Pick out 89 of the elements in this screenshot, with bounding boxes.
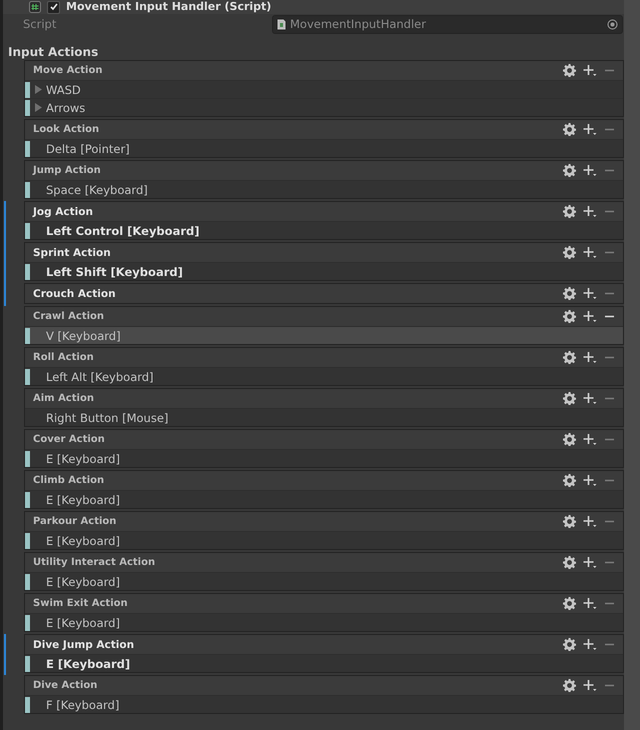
settings-icon[interactable]	[563, 433, 576, 446]
action-name: Dive Jump Action	[33, 638, 136, 650]
settings-icon[interactable]	[563, 310, 576, 323]
binding-row[interactable]: E [Keyboard]	[25, 613, 623, 631]
binding-text: E [Keyboard]	[46, 656, 130, 670]
binding-row[interactable]: WASD	[25, 80, 623, 98]
add-dropdown-icon[interactable]	[583, 351, 597, 364]
settings-icon[interactable]	[563, 123, 576, 136]
binding-text: Left Shift [Keyboard]	[46, 264, 183, 278]
action-name: Jog Action	[33, 206, 94, 218]
add-dropdown-icon[interactable]	[583, 205, 597, 218]
binding-row[interactable]: Left Control [Keyboard]	[25, 221, 623, 239]
binding-text: F [Keyboard]	[46, 698, 120, 712]
binding-text: WASD	[46, 82, 81, 96]
action-name: Parkour Action	[33, 516, 118, 527]
add-dropdown-icon[interactable]	[583, 310, 597, 323]
settings-icon[interactable]	[563, 164, 576, 177]
binding-row[interactable]: E [Keyboard]	[25, 531, 623, 549]
settings-icon[interactable]	[563, 474, 576, 487]
component-title: Movement Input Handler (Script)	[66, 0, 272, 14]
settings-icon[interactable]	[563, 515, 576, 528]
add-dropdown-icon[interactable]	[583, 638, 597, 651]
binding-row[interactable]: E [Keyboard]	[25, 449, 623, 467]
action-name: Look Action	[33, 124, 100, 135]
settings-icon[interactable]	[563, 638, 576, 651]
action-name: Utility Interact Action	[33, 557, 156, 568]
add-dropdown-icon[interactable]	[583, 246, 597, 259]
binding-row[interactable]: Left Alt [Keyboard]	[25, 367, 623, 385]
checkmark-icon	[48, 2, 58, 12]
add-dropdown-icon[interactable]	[583, 515, 597, 528]
action-name: Dive Action	[33, 680, 98, 691]
action-name: Swim Exit Action	[33, 598, 129, 609]
add-dropdown-icon[interactable]	[583, 679, 597, 692]
binding-text: Arrows	[46, 100, 86, 114]
binding-text: E [Keyboard]	[46, 534, 120, 548]
action-name: Jump Action	[33, 165, 102, 176]
settings-icon[interactable]	[563, 597, 576, 610]
add-dropdown-icon[interactable]	[583, 556, 597, 569]
add-dropdown-icon[interactable]	[583, 123, 597, 136]
settings-icon[interactable]	[563, 392, 576, 405]
binding-text: Delta [Pointer]	[46, 142, 130, 156]
add-dropdown-icon[interactable]	[583, 433, 597, 446]
binding-text: E [Keyboard]	[46, 616, 120, 630]
binding-text: V [Keyboard]	[46, 328, 121, 342]
add-dropdown-icon[interactable]	[583, 392, 597, 405]
action-name: Cover Action	[33, 434, 106, 445]
binding-row[interactable]: Delta [Pointer]	[25, 139, 623, 157]
binding-row[interactable]: E [Keyboard]	[25, 572, 623, 590]
field-label: Script	[23, 17, 58, 31]
binding-row[interactable]: Right Button [Mouse]	[25, 408, 623, 426]
enabled-checkbox[interactable]	[47, 0, 60, 14]
file-icon	[277, 18, 286, 30]
binding-text: E [Keyboard]	[46, 452, 120, 466]
action-name: Move Action	[33, 65, 104, 76]
binding-text: Right Button [Mouse]	[46, 410, 168, 424]
action-name: Sprint Action	[33, 246, 112, 258]
add-dropdown-icon[interactable]	[583, 474, 597, 487]
action-name: Climb Action	[33, 475, 106, 486]
binding-text: Left Control [Keyboard]	[46, 224, 200, 238]
binding-row[interactable]: E [Keyboard]	[25, 490, 623, 508]
settings-icon[interactable]	[563, 205, 576, 218]
action-name: Crawl Action	[33, 311, 106, 322]
settings-icon[interactable]	[563, 287, 576, 300]
section-title: Input Actions	[8, 45, 100, 59]
binding-text: E [Keyboard]	[46, 492, 120, 506]
binding-row[interactable]: Arrows	[25, 98, 623, 116]
binding-row[interactable]: E [Keyboard]	[25, 654, 623, 672]
settings-icon[interactable]	[563, 556, 576, 569]
binding-row[interactable]: V [Keyboard]	[25, 326, 623, 344]
settings-icon[interactable]	[563, 64, 576, 77]
add-dropdown-icon[interactable]	[583, 287, 597, 300]
add-dropdown-icon[interactable]	[583, 164, 597, 177]
add-dropdown-icon[interactable]	[583, 597, 597, 610]
action-name: Crouch Action	[33, 288, 117, 300]
binding-row[interactable]: Left Shift [Keyboard]	[25, 262, 623, 280]
action-name: Roll Action	[33, 352, 95, 363]
binding-row[interactable]: Space [Keyboard]	[25, 180, 623, 198]
binding-text: Left Alt [Keyboard]	[46, 370, 154, 384]
binding-text: E [Keyboard]	[46, 574, 120, 588]
script-icon	[29, 1, 41, 13]
add-dropdown-icon[interactable]	[583, 64, 597, 77]
action-name: Aim Action	[33, 393, 95, 404]
binding-text: Space [Keyboard]	[46, 182, 148, 196]
binding-row[interactable]: F [Keyboard]	[25, 695, 623, 713]
settings-icon[interactable]	[563, 246, 576, 259]
object-picker-icon[interactable]	[607, 18, 618, 30]
settings-icon[interactable]	[563, 351, 576, 364]
script-field[interactable]: MovementInputHandler	[272, 14, 623, 34]
settings-icon[interactable]	[563, 679, 576, 692]
